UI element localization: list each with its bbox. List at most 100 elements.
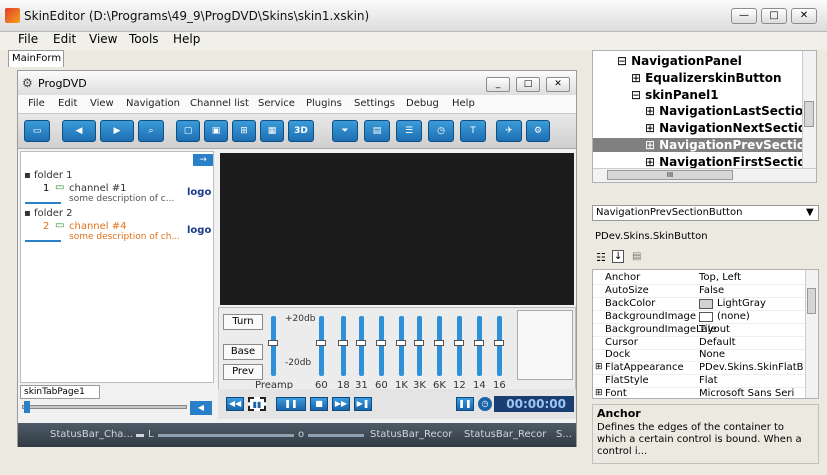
record-button[interactable]: ⏷ — [332, 120, 358, 142]
property-value[interactable]: Default — [699, 337, 736, 348]
minimize-button[interactable]: — — [731, 8, 757, 24]
stop-button[interactable]: ■ — [310, 397, 328, 411]
property-value[interactable]: Tile — [699, 324, 717, 335]
eq-prev-button[interactable]: Prev — [223, 364, 263, 380]
tree-hscroll-thumb[interactable]: III — [607, 170, 733, 180]
inner-menu-debug[interactable]: Debug — [406, 98, 439, 109]
tree-node[interactable]: ⊞ NavigationNextSectionI — [645, 121, 816, 135]
close-button[interactable]: ✕ — [791, 8, 817, 24]
tree-node[interactable]: ⊞ EqualizerskinButton — [631, 71, 782, 85]
eq-slider-knob[interactable] — [494, 340, 504, 346]
next-button[interactable]: ▶❚ — [354, 397, 372, 411]
inner-menu-edit[interactable]: Edit — [58, 98, 77, 109]
property-row[interactable]: BackgroundImage (none) — [593, 311, 805, 324]
menu-help[interactable]: Help — [173, 32, 200, 46]
teletext-button[interactable]: T — [460, 120, 486, 142]
volume-slider[interactable] — [22, 405, 187, 409]
eq-base-button[interactable]: Base — [223, 344, 263, 360]
property-row[interactable]: Anchor Top, Left — [593, 272, 805, 285]
inner-menu-plugins[interactable]: Plugins — [306, 98, 342, 109]
volume-button[interactable]: ◀ — [190, 401, 212, 415]
settings-gear-button[interactable]: ⚙ — [526, 120, 550, 142]
eq-slider[interactable] — [477, 316, 482, 376]
inner-menu-service[interactable]: Service — [258, 98, 295, 109]
left-tab[interactable]: skinTabPage1 — [20, 385, 100, 399]
mosaic-button[interactable]: ▦ — [260, 120, 284, 142]
folder-row[interactable]: ▪ folder 1 — [24, 170, 73, 181]
eq-slider[interactable] — [457, 316, 462, 376]
tree-node[interactable]: ⊞ NavigationLastSectionB — [645, 104, 816, 118]
expand-icon[interactable]: ⊞ — [595, 362, 603, 372]
pause-button[interactable]: ❚❚ — [276, 397, 306, 411]
property-row[interactable]: BackgroundImageLayout Tile — [593, 324, 805, 337]
eq-slider[interactable] — [341, 316, 346, 376]
list-button[interactable]: ☰ — [396, 120, 422, 142]
eq-slider[interactable] — [497, 316, 502, 376]
expand-icon[interactable]: ⊞ — [645, 138, 655, 152]
property-value[interactable]: Microsoft Sans Seri — [699, 388, 794, 398]
zoom-button[interactable]: ⌕ — [138, 120, 164, 142]
channel-row-selected[interactable]: 2 ▭ channel #4 some description of ch...… — [21, 220, 211, 244]
tab-mainform[interactable]: MainForm — [8, 50, 64, 67]
tree-node[interactable]: ⊟ skinPanel1 — [631, 88, 719, 102]
fullscreen-toggle-button[interactable]: ❚❚ — [456, 397, 474, 411]
inner-maximize-button[interactable]: □ — [516, 77, 540, 92]
property-value[interactable]: Flat — [699, 375, 718, 386]
expand-arrow-button[interactable]: → — [193, 154, 213, 166]
eq-slider[interactable] — [379, 316, 384, 376]
property-row[interactable]: Dock None — [593, 349, 805, 363]
grid-button[interactable]: ⊞ — [232, 120, 256, 142]
property-value[interactable]: (none) — [717, 311, 750, 322]
frame-button[interactable]: ▮▮ — [248, 397, 266, 411]
tree-vscroll-thumb[interactable] — [804, 101, 814, 127]
eq-slider-knob[interactable] — [396, 340, 406, 346]
channel-row[interactable]: 1 ▭ channel #1 some description of c... … — [21, 182, 211, 206]
alphabetical-icon[interactable]: ↓ — [612, 250, 625, 263]
eq-slider[interactable] — [399, 316, 404, 376]
tree-node[interactable]: ⊟ NavigationPanel — [617, 54, 742, 68]
volume-knob[interactable] — [24, 401, 30, 413]
eq-slider[interactable] — [319, 316, 324, 376]
property-row[interactable]: AutoSize False — [593, 285, 805, 298]
subtitle-button[interactable]: ▤ — [364, 120, 390, 142]
forward-button[interactable]: ▶ — [100, 120, 134, 142]
eq-slider-knob[interactable] — [338, 340, 348, 346]
fullscreen-button[interactable]: ▣ — [204, 120, 228, 142]
eq-slider-knob[interactable] — [268, 340, 278, 346]
folder-row[interactable]: ▪ folder 2 — [24, 208, 73, 219]
property-row[interactable]: ⊞ FlatAppearance PDev.Skins.SkinFlatB — [593, 362, 805, 376]
screen-button[interactable]: ▭ — [24, 120, 50, 142]
inner-menu-file[interactable]: File — [28, 98, 45, 109]
eq-slider-knob[interactable] — [376, 340, 386, 346]
property-row[interactable]: FlatStyle Flat — [593, 375, 805, 389]
property-row[interactable]: ⊞ Font Microsoft Sans Seri — [593, 388, 805, 398]
menu-edit[interactable]: Edit — [53, 32, 76, 46]
property-value[interactable]: None — [699, 349, 725, 360]
grid-vscroll-thumb[interactable] — [807, 288, 816, 314]
collapse-icon[interactable]: ⊟ — [631, 88, 641, 102]
eq-slider[interactable] — [417, 316, 422, 376]
eq-slider[interactable] — [437, 316, 442, 376]
categorized-icon[interactable]: ☷ — [596, 251, 606, 264]
expand-icon[interactable]: ⊞ — [645, 104, 655, 118]
back-button[interactable]: ◀ — [62, 120, 96, 142]
inner-minimize-button[interactable]: _ — [486, 77, 510, 92]
eq-turn-button[interactable]: Turn — [223, 314, 263, 330]
object-selector[interactable]: NavigationPrevSectionButton — [592, 205, 819, 221]
expand-icon[interactable]: ⊞ — [595, 388, 603, 398]
inner-menu-help[interactable]: Help — [452, 98, 475, 109]
eq-slider[interactable] — [271, 316, 276, 376]
chevron-down-icon[interactable]: ▼ — [806, 207, 814, 218]
eq-slider-knob[interactable] — [454, 340, 464, 346]
eq-slider-knob[interactable] — [356, 340, 366, 346]
inner-menu-navigation[interactable]: Navigation — [126, 98, 180, 109]
collapse-icon[interactable]: ⊟ — [617, 54, 627, 68]
clock-button[interactable]: ◷ — [428, 120, 454, 142]
inner-close-button[interactable]: ✕ — [546, 77, 570, 92]
eq-slider-knob[interactable] — [474, 340, 484, 346]
fast-forward-button[interactable]: ▶▶ — [332, 397, 350, 411]
inner-menu-view[interactable]: View — [90, 98, 114, 109]
property-value[interactable]: False — [699, 285, 724, 296]
menu-tools[interactable]: Tools — [129, 32, 159, 46]
maximize-button[interactable]: □ — [761, 8, 787, 24]
